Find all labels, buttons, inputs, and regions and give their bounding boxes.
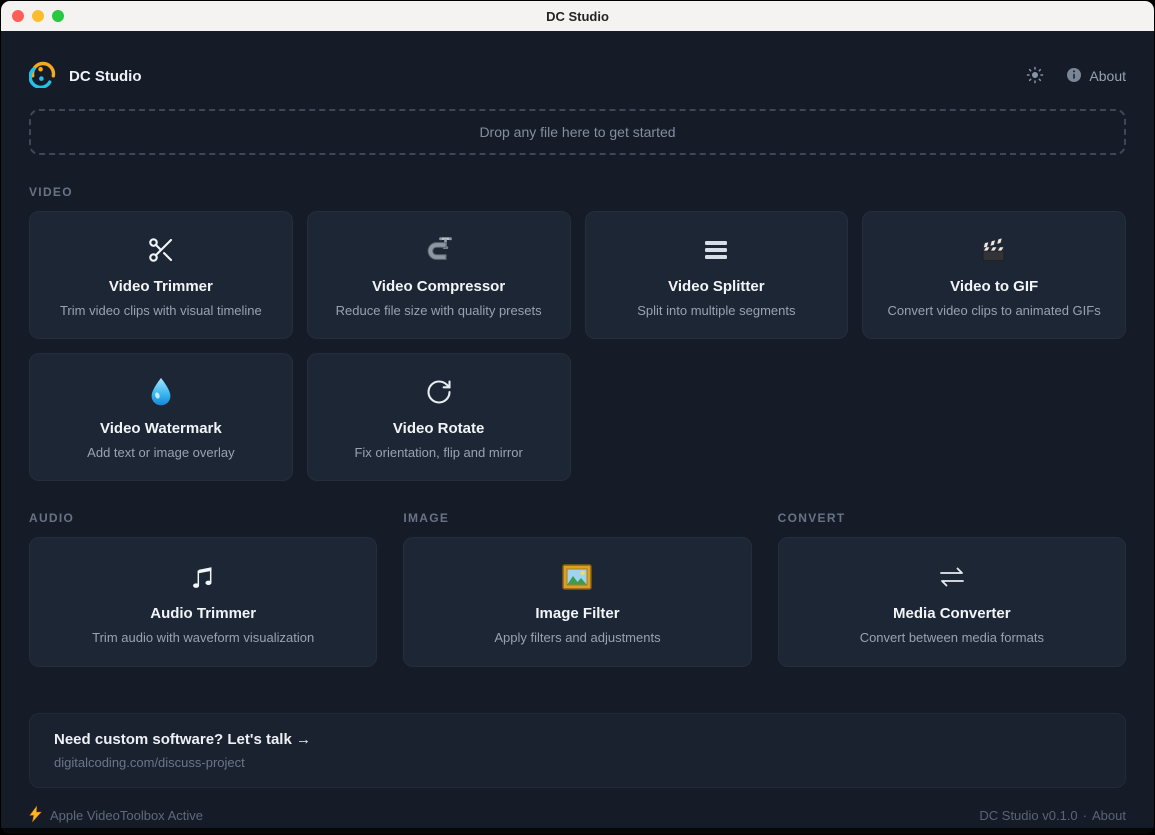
section-image: IMAGE Image Filter Apply filters and adj… xyxy=(403,511,751,667)
rotate-cw-icon xyxy=(425,374,453,410)
contact-callout[interactable]: Need custom software? Let's talk → digit… xyxy=(29,713,1126,788)
section-label-video: VIDEO xyxy=(29,185,1126,199)
tool-card-media-converter[interactable]: Media Converter Convert between media fo… xyxy=(778,537,1126,667)
framed-picture-icon xyxy=(561,559,593,595)
tool-desc: Convert video clips to animated GIFs xyxy=(888,303,1101,318)
tool-desc: Split into multiple segments xyxy=(637,303,795,318)
swap-arrows-icon xyxy=(937,559,967,595)
tool-card-video-trimmer[interactable]: Video Trimmer Trim video clips with visu… xyxy=(29,211,293,339)
lightning-icon xyxy=(29,806,42,825)
tool-card-video-to-gif[interactable]: Video to GIF Convert video clips to anim… xyxy=(862,211,1126,339)
tool-card-video-splitter[interactable]: Video Splitter Split into multiple segme… xyxy=(585,211,849,339)
titlebar: DC Studio xyxy=(1,1,1154,31)
video-tools-grid: Video Trimmer Trim video clips with visu… xyxy=(29,211,1126,481)
tool-title: Video Trimmer xyxy=(109,278,213,295)
window-title: DC Studio xyxy=(1,9,1154,24)
tool-desc: Reduce file size with quality presets xyxy=(336,303,542,318)
brand: DC Studio xyxy=(29,60,142,93)
bottom-sections-grid: AUDIO Audio Trimmer Trim audio with wave… xyxy=(29,511,1126,667)
tool-desc: Trim video clips with visual timeline xyxy=(60,303,262,318)
clamp-icon xyxy=(423,232,455,268)
tool-desc: Convert between media formats xyxy=(860,630,1044,645)
app-window: DC Studio DC Studio xyxy=(0,0,1155,835)
separator-dot: · xyxy=(1083,808,1087,823)
tool-card-video-rotate[interactable]: Video Rotate Fix orientation, flip and m… xyxy=(307,353,571,481)
section-label-audio: AUDIO xyxy=(29,511,377,525)
tool-desc: Fix orientation, flip and mirror xyxy=(354,445,522,460)
section-label-convert: CONVERT xyxy=(778,511,1126,525)
theme-toggle-button[interactable] xyxy=(1026,66,1044,87)
section-convert: CONVERT Media Converter Convert between … xyxy=(778,511,1126,667)
tool-card-image-filter[interactable]: Image Filter Apply filters and adjustmen… xyxy=(403,537,751,667)
app-content: DC Studio xyxy=(1,31,1154,828)
section-label-image: IMAGE xyxy=(403,511,751,525)
section-audio: AUDIO Audio Trimmer Trim audio with wave… xyxy=(29,511,377,667)
callout-title: Need custom software? Let's talk → xyxy=(54,731,1101,748)
tool-desc: Apply filters and adjustments xyxy=(494,630,660,645)
tool-title: Image Filter xyxy=(535,605,619,622)
footer-about-link[interactable]: About xyxy=(1092,808,1126,823)
music-note-icon xyxy=(188,559,218,595)
callout-url: digitalcoding.com/discuss-project xyxy=(54,755,1101,770)
info-icon xyxy=(1066,67,1082,86)
hw-accel-status: Apple VideoToolbox Active xyxy=(50,808,203,823)
dropzone-label: Drop any file here to get started xyxy=(479,124,675,140)
about-button[interactable]: About xyxy=(1066,67,1126,86)
tool-title: Video Rotate xyxy=(393,420,484,437)
app-header: DC Studio xyxy=(29,31,1126,99)
statusbar: Apple VideoToolbox Active DC Studio v0.1… xyxy=(29,806,1126,825)
tool-desc: Trim audio with waveform visualization xyxy=(92,630,314,645)
tool-card-video-compressor[interactable]: Video Compressor Reduce file size with q… xyxy=(307,211,571,339)
clapperboard-icon xyxy=(978,232,1010,268)
tool-card-audio-trimmer[interactable]: Audio Trimmer Trim audio with waveform v… xyxy=(29,537,377,667)
tool-desc: Add text or image overlay xyxy=(87,445,234,460)
about-label: About xyxy=(1089,68,1126,84)
tool-title: Audio Trimmer xyxy=(150,605,256,622)
water-drop-icon xyxy=(147,374,175,410)
sun-icon xyxy=(1026,66,1044,87)
tool-title: Media Converter xyxy=(893,605,1011,622)
split-bars-icon xyxy=(702,232,730,268)
scissors-icon xyxy=(146,232,176,268)
tool-title: Video Splitter xyxy=(668,278,764,295)
tool-title: Video Compressor xyxy=(372,278,505,295)
tool-title: Video to GIF xyxy=(950,278,1038,295)
tool-title: Video Watermark xyxy=(100,420,222,437)
app-logo-icon xyxy=(29,60,57,93)
app-version: DC Studio v0.1.0 xyxy=(979,808,1077,823)
app-name: DC Studio xyxy=(69,68,142,85)
tool-card-video-watermark[interactable]: Video Watermark Add text or image overla… xyxy=(29,353,293,481)
file-dropzone[interactable]: Drop any file here to get started xyxy=(29,109,1126,155)
window-bottom-edge xyxy=(1,828,1154,835)
